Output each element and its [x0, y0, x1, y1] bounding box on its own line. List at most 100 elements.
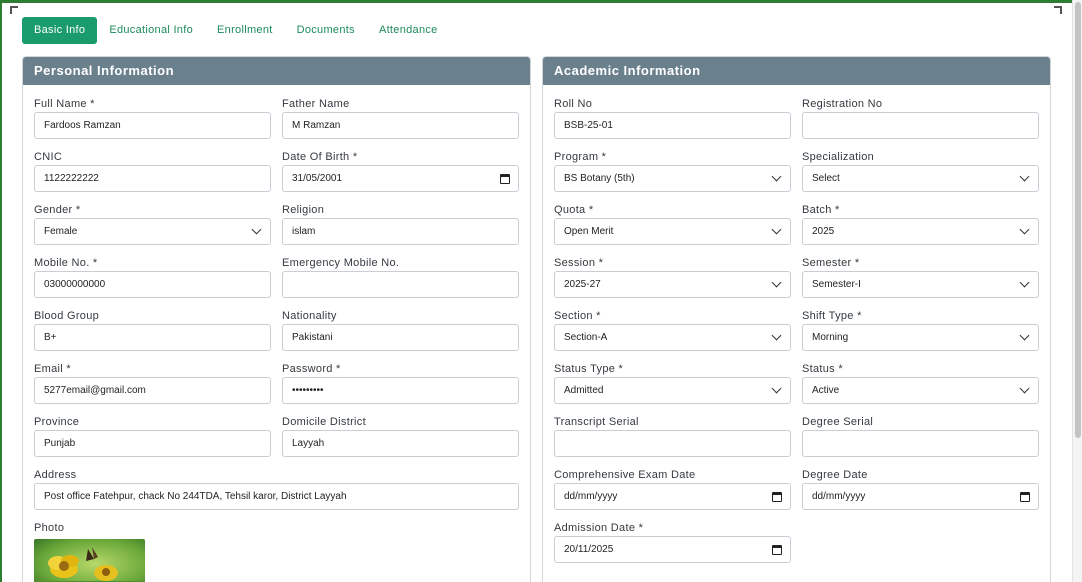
domicile-input[interactable]: Layyah — [282, 430, 519, 457]
chevron-down-icon — [1019, 171, 1030, 182]
province-label: Province — [34, 416, 80, 428]
photo-label: Photo — [34, 522, 65, 534]
tab-attendance[interactable]: Attendance — [367, 17, 450, 44]
chevron-down-icon — [771, 277, 782, 288]
mobile-input[interactable]: 03000000000 — [34, 271, 271, 298]
cnic-input[interactable]: 1122222222 — [34, 165, 271, 192]
calendar-icon[interactable] — [1020, 492, 1030, 502]
degree-date-value: dd/mm/yyyy — [812, 491, 866, 502]
comprehensive-exam-date-value: dd/mm/yyyy — [564, 491, 618, 502]
father-name-label: Father Name — [282, 98, 350, 110]
chevron-down-icon — [771, 171, 782, 182]
session-label: Session * — [554, 257, 604, 269]
window-left-border — [0, 0, 2, 582]
academic-information-card: Academic Information Roll No BSB-25-01 R… — [542, 56, 1051, 582]
chevron-down-icon — [1019, 330, 1030, 341]
chevron-down-icon — [771, 330, 782, 341]
admission-date-label: Admission Date * — [554, 522, 644, 534]
calendar-icon[interactable] — [500, 174, 510, 184]
password-input[interactable]: ••••••••• — [282, 377, 519, 404]
tab-educational-info[interactable]: Educational Info — [97, 17, 205, 44]
degree-serial-input[interactable] — [802, 430, 1039, 457]
dob-label: Date Of Birth * — [282, 151, 358, 163]
address-label: Address — [34, 469, 77, 481]
tab-documents[interactable]: Documents — [285, 17, 367, 44]
chevron-down-icon — [251, 224, 262, 235]
quota-select[interactable]: Open Merit — [554, 218, 791, 245]
admission-date-value: 20/11/2025 — [564, 544, 614, 555]
full-name-input[interactable]: Fardoos Ramzan — [34, 112, 271, 139]
specialization-select[interactable]: Select — [802, 165, 1039, 192]
scrollbar-thumb[interactable] — [1075, 2, 1081, 438]
comprehensive-exam-date-label: Comprehensive Exam Date — [554, 469, 696, 481]
mobile-label: Mobile No. * — [34, 257, 98, 269]
program-select[interactable]: BS Botany (5th) — [554, 165, 791, 192]
degree-date-label: Degree Date — [802, 469, 868, 481]
student-photo[interactable] — [34, 539, 145, 582]
transcript-serial-label: Transcript Serial — [554, 416, 639, 428]
roll-no-input[interactable]: BSB-25-01 — [554, 112, 791, 139]
status-select[interactable]: Active — [802, 377, 1039, 404]
calendar-icon[interactable] — [772, 545, 782, 555]
cnic-label: CNIC — [34, 151, 63, 163]
nationality-label: Nationality — [282, 310, 337, 322]
quota-label: Quota * — [554, 204, 594, 216]
batch-select[interactable]: 2025 — [802, 218, 1039, 245]
photo-image — [34, 539, 145, 582]
dob-value: 31/05/2001 — [292, 173, 343, 184]
frame-corner — [1054, 6, 1062, 14]
degree-date-input[interactable]: dd/mm/yyyy — [802, 483, 1039, 510]
father-name-input[interactable]: M Ramzan — [282, 112, 519, 139]
address-input[interactable]: Post office Fatehpur, chack No 244TDA, T… — [34, 483, 519, 510]
window-top-border — [0, 0, 1072, 3]
dob-input[interactable]: 31/05/2001 — [282, 165, 519, 192]
shift-type-select[interactable]: Morning — [802, 324, 1039, 351]
gender-value: Female — [44, 226, 78, 237]
status-type-select[interactable]: Admitted — [554, 377, 791, 404]
gender-select[interactable]: Female — [34, 218, 271, 245]
degree-serial-label: Degree Serial — [802, 416, 874, 428]
tab-enrollment[interactable]: Enrollment — [205, 17, 285, 44]
status-type-label: Status Type * — [554, 363, 624, 375]
specialization-value: Select — [812, 173, 840, 184]
full-name-label: Full Name * — [34, 98, 95, 110]
chevron-down-icon — [1019, 224, 1030, 235]
quota-value: Open Merit — [564, 226, 614, 237]
tab-bar: Basic Info Educational Info Enrollment D… — [22, 17, 450, 44]
chevron-down-icon — [771, 224, 782, 235]
emergency-mobile-input[interactable] — [282, 271, 519, 298]
personal-information-card: Personal Information Full Name * Fardoos… — [22, 56, 531, 582]
province-input[interactable]: Punjab — [34, 430, 271, 457]
session-select[interactable]: 2025-27 — [554, 271, 791, 298]
emergency-mobile-label: Emergency Mobile No. — [282, 257, 400, 269]
session-value: 2025-27 — [564, 279, 601, 290]
section-select[interactable]: Section-A — [554, 324, 791, 351]
semester-select[interactable]: Semester-I — [802, 271, 1039, 298]
religion-label: Religion — [282, 204, 325, 216]
email-label: Email * — [34, 363, 71, 375]
shift-type-label: Shift Type * — [802, 310, 862, 322]
blood-group-input[interactable]: B+ — [34, 324, 271, 351]
program-label: Program * — [554, 151, 607, 163]
religion-input[interactable]: islam — [282, 218, 519, 245]
chevron-down-icon — [771, 383, 782, 394]
status-type-value: Admitted — [564, 385, 604, 396]
status-value: Active — [812, 385, 840, 396]
page-scrollbar[interactable] — [1072, 0, 1082, 582]
nationality-input[interactable]: Pakistani — [282, 324, 519, 351]
tab-basic-info[interactable]: Basic Info — [22, 17, 98, 44]
batch-value: 2025 — [812, 226, 835, 237]
admission-date-input[interactable]: 20/11/2025 — [554, 536, 791, 563]
transcript-serial-input[interactable] — [554, 430, 791, 457]
email-input[interactable]: 5277email@gmail.com — [34, 377, 271, 404]
academic-information-title: Academic Information — [543, 57, 1050, 85]
domicile-label: Domicile District — [282, 416, 366, 428]
registration-no-input[interactable] — [802, 112, 1039, 139]
blood-group-label: Blood Group — [34, 310, 100, 322]
registration-no-label: Registration No — [802, 98, 883, 110]
personal-information-title: Personal Information — [23, 57, 530, 85]
semester-value: Semester-I — [812, 279, 861, 290]
shift-type-value: Morning — [812, 332, 849, 343]
calendar-icon[interactable] — [772, 492, 782, 502]
comprehensive-exam-date-input[interactable]: dd/mm/yyyy — [554, 483, 791, 510]
